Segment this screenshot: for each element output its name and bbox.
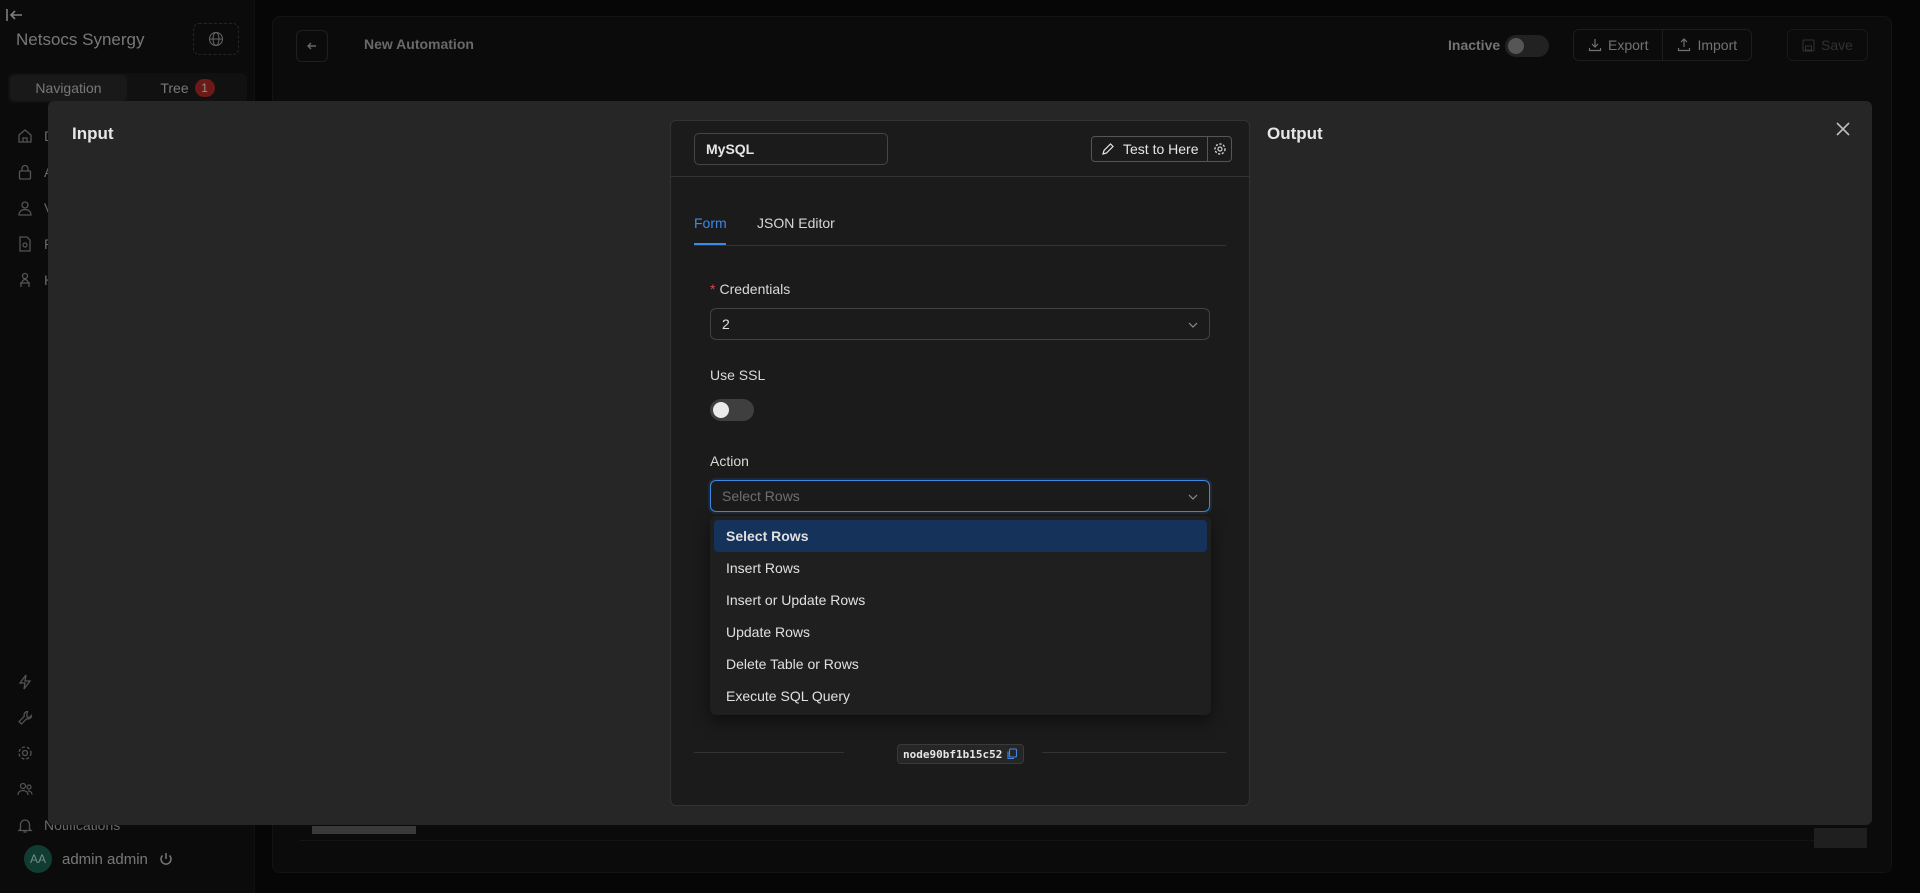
node-settings-button[interactable] bbox=[1207, 137, 1231, 161]
close-icon bbox=[1836, 122, 1850, 136]
option-insert-or-update-rows[interactable]: Insert or Update Rows bbox=[714, 584, 1207, 616]
option-update-rows[interactable]: Update Rows bbox=[714, 616, 1207, 648]
test-to-here-label: Test to Here bbox=[1123, 141, 1199, 157]
active-tab-indicator bbox=[694, 243, 726, 245]
credentials-label: * Credentials bbox=[710, 281, 790, 297]
credentials-select[interactable]: 2 bbox=[710, 308, 1210, 340]
option-select-rows[interactable]: Select Rows bbox=[714, 520, 1207, 552]
gear-icon bbox=[1214, 143, 1226, 155]
pencil-icon bbox=[1102, 143, 1114, 155]
copy-icon[interactable] bbox=[1006, 748, 1018, 760]
test-actions: Test to Here bbox=[1091, 136, 1233, 162]
action-label: Action bbox=[710, 453, 749, 469]
toggle-knob bbox=[713, 402, 729, 418]
close-modal-button[interactable] bbox=[1832, 118, 1854, 140]
chevron-down-icon bbox=[1188, 322, 1198, 328]
tab-json-editor[interactable]: JSON Editor bbox=[757, 215, 835, 231]
tab-form[interactable]: Form bbox=[694, 215, 727, 231]
option-insert-rows[interactable]: Insert Rows bbox=[714, 552, 1207, 584]
input-panel-title: Input bbox=[72, 124, 114, 143]
credentials-label-text: Credentials bbox=[719, 281, 791, 297]
action-dropdown: Select Rows Insert Rows Insert or Update… bbox=[710, 516, 1211, 715]
option-delete-table-or-rows[interactable]: Delete Table or Rows bbox=[714, 648, 1207, 680]
tabs-baseline bbox=[694, 245, 1226, 246]
chevron-down-icon bbox=[1188, 494, 1198, 500]
action-placeholder: Select Rows bbox=[722, 488, 800, 504]
use-ssl-toggle[interactable] bbox=[710, 399, 754, 421]
node-name-input[interactable]: MySQL bbox=[694, 133, 888, 165]
test-to-here-button[interactable]: Test to Here bbox=[1092, 137, 1207, 161]
divider-right bbox=[1042, 752, 1226, 753]
use-ssl-label: Use SSL bbox=[710, 367, 766, 383]
option-execute-sql-query[interactable]: Execute SQL Query bbox=[714, 680, 1207, 712]
node-id-badge[interactable]: node90bf1b15c52 bbox=[897, 744, 1025, 764]
card-divider bbox=[671, 176, 1249, 177]
node-id-text: node90bf1b15c52 bbox=[903, 747, 1003, 761]
credentials-value: 2 bbox=[722, 316, 730, 332]
output-panel-title: Output bbox=[1267, 124, 1323, 143]
required-asterisk: * bbox=[710, 281, 716, 297]
divider-left bbox=[694, 752, 844, 753]
action-select[interactable]: Select Rows bbox=[710, 480, 1210, 512]
